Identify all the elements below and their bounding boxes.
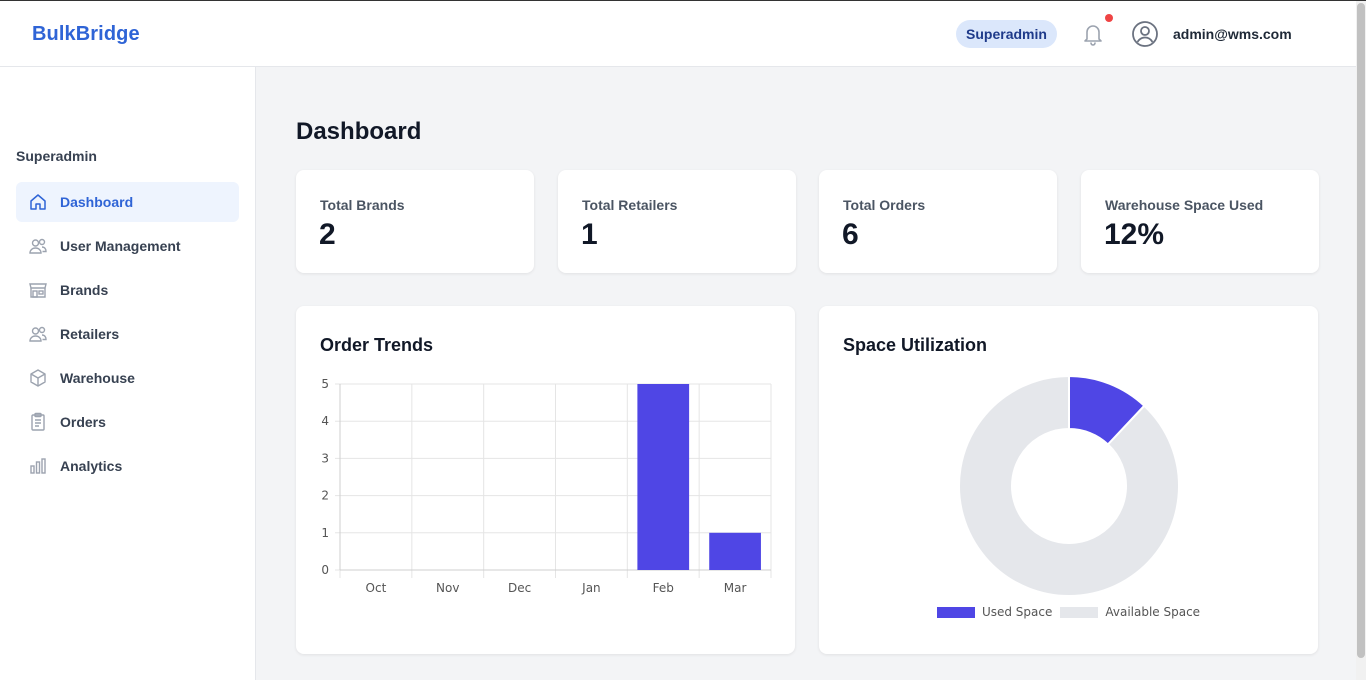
x-tick-label: Mar xyxy=(724,581,747,595)
stat-card-total-retailers: Total Retailers 1 xyxy=(558,170,796,273)
x-tick-label: Feb xyxy=(653,581,674,595)
y-tick-label: 0 xyxy=(321,563,329,577)
scrollbar-thumb[interactable] xyxy=(1357,3,1365,658)
page-scrollbar[interactable] xyxy=(1356,1,1366,680)
y-tick-label: 1 xyxy=(321,526,329,540)
stat-label: Total Retailers xyxy=(582,197,678,213)
legend-swatch xyxy=(936,606,975,618)
stat-label: Total Brands xyxy=(320,197,405,213)
legend-item-available[interactable]: Available Space xyxy=(1060,605,1200,619)
role-badge: Superadmin xyxy=(956,20,1057,48)
y-tick-label: 4 xyxy=(321,414,329,428)
sidebar-item-label: Brands xyxy=(60,282,109,298)
clipboard-icon xyxy=(31,412,45,431)
pie-slice-available-space xyxy=(958,374,1180,597)
store-icon xyxy=(29,283,47,298)
sidebar-item-retailers[interactable]: Retailers xyxy=(16,314,239,354)
stat-value: 6 xyxy=(842,218,859,251)
sidebar-item-analytics[interactable]: Analytics xyxy=(16,446,239,486)
space-utilization-panel: Space Utilization Used Space Available S… xyxy=(819,306,1318,654)
home-icon xyxy=(30,194,46,210)
sidebar-item-user-management[interactable]: User Management xyxy=(16,226,239,266)
sidebar-item-warehouse[interactable]: Warehouse xyxy=(16,358,239,398)
sidebar-item-label: User Management xyxy=(60,238,181,254)
app-logo[interactable]: BulkBridge xyxy=(32,23,140,46)
box-icon xyxy=(30,369,46,387)
x-tick-label: Oct xyxy=(366,581,387,595)
order-trends-chart: 0 1 2 3 4 5 Oct Nov Dec Jan Feb Mar xyxy=(321,377,772,595)
stat-card-total-orders: Total Orders 6 xyxy=(819,170,1057,273)
bar-feb xyxy=(637,384,690,570)
sidebar-item-dashboard[interactable]: Dashboard xyxy=(16,182,239,222)
order-trends-panel: Order Trends 0 1 2 3 4 5 Oct Nov Dec Jan Feb Mar xyxy=(296,306,795,654)
x-tick-label: Dec xyxy=(508,581,531,595)
sidebar-item-label: Analytics xyxy=(60,458,123,474)
x-tick-label: Nov xyxy=(436,581,459,595)
stat-label: Warehouse Space Used xyxy=(1105,197,1264,213)
bar-mar xyxy=(709,532,761,570)
stat-value: 1 xyxy=(581,218,598,251)
sidebar: Superadmin Dashboard User Management Bra… xyxy=(0,67,256,680)
sidebar-item-label: Orders xyxy=(60,414,106,430)
page-title: Dashboard xyxy=(296,118,422,145)
bell-icon[interactable] xyxy=(1081,21,1105,47)
x-tick-label: Jan xyxy=(581,581,601,595)
sidebar-section-title: Superadmin xyxy=(16,148,97,164)
users-icon xyxy=(29,326,47,342)
user-avatar-icon[interactable] xyxy=(1131,20,1159,48)
stat-label: Total Orders xyxy=(843,197,926,213)
y-tick-label: 5 xyxy=(321,377,329,391)
legend-item-used[interactable]: Used Space xyxy=(936,605,1053,619)
space-utilization-chart xyxy=(958,374,1180,597)
legend-label: Used Space xyxy=(981,605,1053,619)
sidebar-item-brands[interactable]: Brands xyxy=(16,270,239,310)
chart-legend: Used Space Available Space xyxy=(819,605,1318,619)
stat-value: 2 xyxy=(319,218,336,251)
legend-swatch xyxy=(1060,606,1099,618)
bar-chart-icon xyxy=(30,458,46,474)
stat-value: 12% xyxy=(1104,218,1165,251)
notification-dot xyxy=(1105,14,1113,22)
stat-card-total-brands: Total Brands 2 xyxy=(296,170,534,273)
main-content: Dashboard Total Brands 2 Total Retailers… xyxy=(256,67,1356,680)
sidebar-item-label: Warehouse xyxy=(60,370,135,386)
user-email[interactable]: admin@wms.com xyxy=(1173,26,1292,42)
y-tick-label: 2 xyxy=(321,489,329,503)
legend-label: Available Space xyxy=(1105,605,1201,619)
stat-card-warehouse-space: Warehouse Space Used 12% xyxy=(1081,170,1319,273)
y-tick-label: 3 xyxy=(321,451,329,465)
top-header: BulkBridge Superadmin admin@wms.com xyxy=(0,1,1356,67)
sidebar-item-orders[interactable]: Orders xyxy=(16,402,239,442)
users-icon xyxy=(29,238,47,254)
sidebar-item-label: Dashboard xyxy=(60,194,134,210)
sidebar-item-label: Retailers xyxy=(60,326,120,342)
